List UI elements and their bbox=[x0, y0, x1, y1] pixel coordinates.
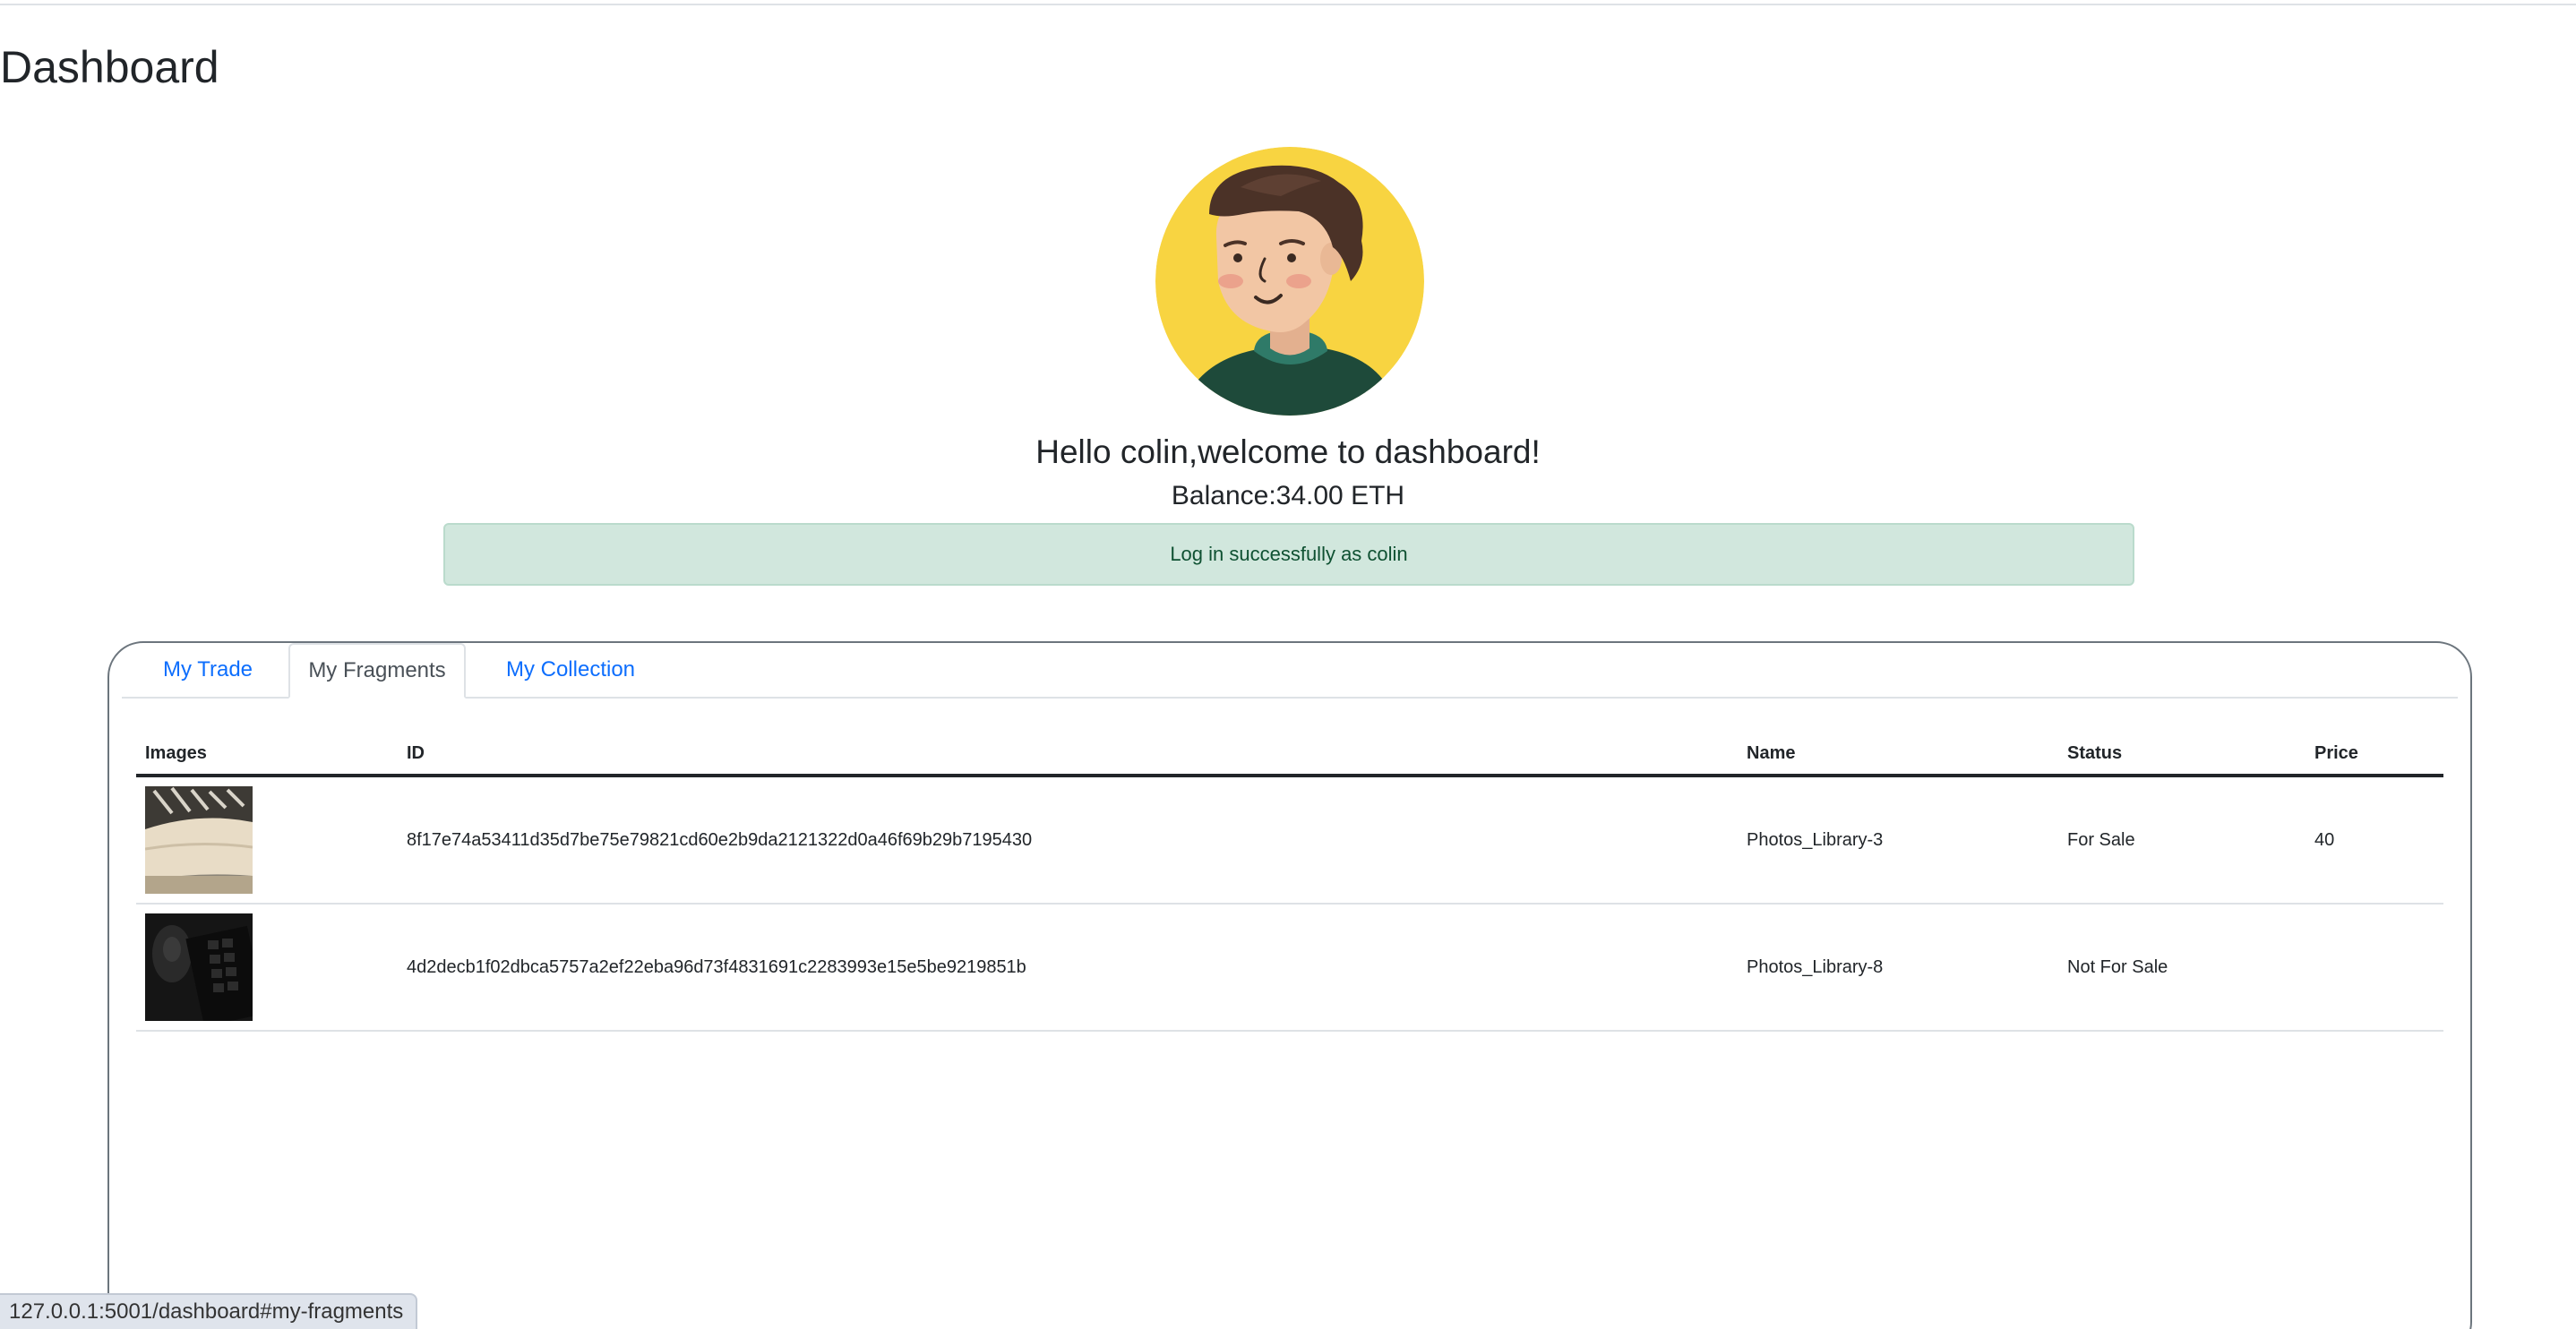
tab-label: My Trade bbox=[162, 657, 253, 682]
status-url-text: 127.0.0.1:5001/dashboard#my-fragments bbox=[9, 1299, 404, 1324]
fragment-price: 40 bbox=[2306, 776, 2443, 905]
fragment-status: For Sale bbox=[2058, 776, 2306, 905]
table-row: 8f17e74a53411d35d7be75e79821cd60e2b9da21… bbox=[136, 776, 2443, 905]
fragment-thumbnail[interactable] bbox=[145, 786, 253, 894]
tab-bar: My Trade My Fragments My Collection bbox=[122, 643, 2458, 699]
fragment-id: 4d2decb1f02dbca5757a2ef22eba96d73f483169… bbox=[398, 904, 1738, 1032]
tab-my-fragments[interactable]: My Fragments bbox=[288, 643, 466, 699]
balance-text: Balance:34.00 ETH bbox=[1171, 481, 1405, 510]
column-header-name: Name bbox=[1738, 733, 2058, 777]
column-header-status: Status bbox=[2058, 733, 2306, 777]
tab-label: My Collection bbox=[505, 657, 636, 682]
fragment-name: Photos_Library-8 bbox=[1738, 904, 2058, 1032]
tab-my-trade[interactable]: My Trade bbox=[136, 643, 279, 697]
pillow-image bbox=[145, 786, 253, 894]
welcome-message: Hello colin,welcome to dashboard! bbox=[1035, 433, 1541, 470]
table-header-row: Images ID Name Status Price bbox=[136, 733, 2443, 777]
fragment-thumbnail[interactable] bbox=[145, 913, 253, 1021]
page-title: Dashboard bbox=[0, 42, 219, 92]
column-header-images: Images bbox=[136, 733, 398, 777]
column-header-price: Price bbox=[2306, 733, 2443, 777]
keyboard-mouse-image bbox=[145, 913, 253, 1021]
table-row: 4d2decb1f02dbca5757a2ef22eba96d73f483169… bbox=[136, 904, 2443, 1032]
image-cell bbox=[136, 776, 398, 905]
login-success-alert: Log in successfully as colin bbox=[443, 523, 2134, 586]
tab-label: My Fragments bbox=[308, 658, 446, 682]
fragment-price bbox=[2306, 904, 2443, 1032]
image-cell bbox=[136, 904, 398, 1032]
fragment-id: 8f17e74a53411d35d7be75e79821cd60e2b9da21… bbox=[398, 776, 1738, 905]
tab-my-collection[interactable]: My Collection bbox=[478, 643, 663, 697]
fragment-status: Not For Sale bbox=[2058, 904, 2306, 1032]
fragment-name: Photos_Library-3 bbox=[1738, 776, 2058, 905]
column-header-id: ID bbox=[398, 733, 1738, 777]
alert-message: Log in successfully as colin bbox=[1170, 543, 1408, 565]
link-hover-status-bar: 127.0.0.1:5001/dashboard#my-fragments bbox=[0, 1293, 418, 1329]
avatar bbox=[1155, 147, 1424, 416]
avatar-illustration bbox=[1155, 147, 1424, 416]
fragments-table: Images ID Name Status Price 8f17e74a5341… bbox=[136, 733, 2443, 1032]
content-panel: My Trade My Fragments My Collection Imag… bbox=[107, 641, 2472, 1329]
top-divider bbox=[0, 4, 2576, 5]
